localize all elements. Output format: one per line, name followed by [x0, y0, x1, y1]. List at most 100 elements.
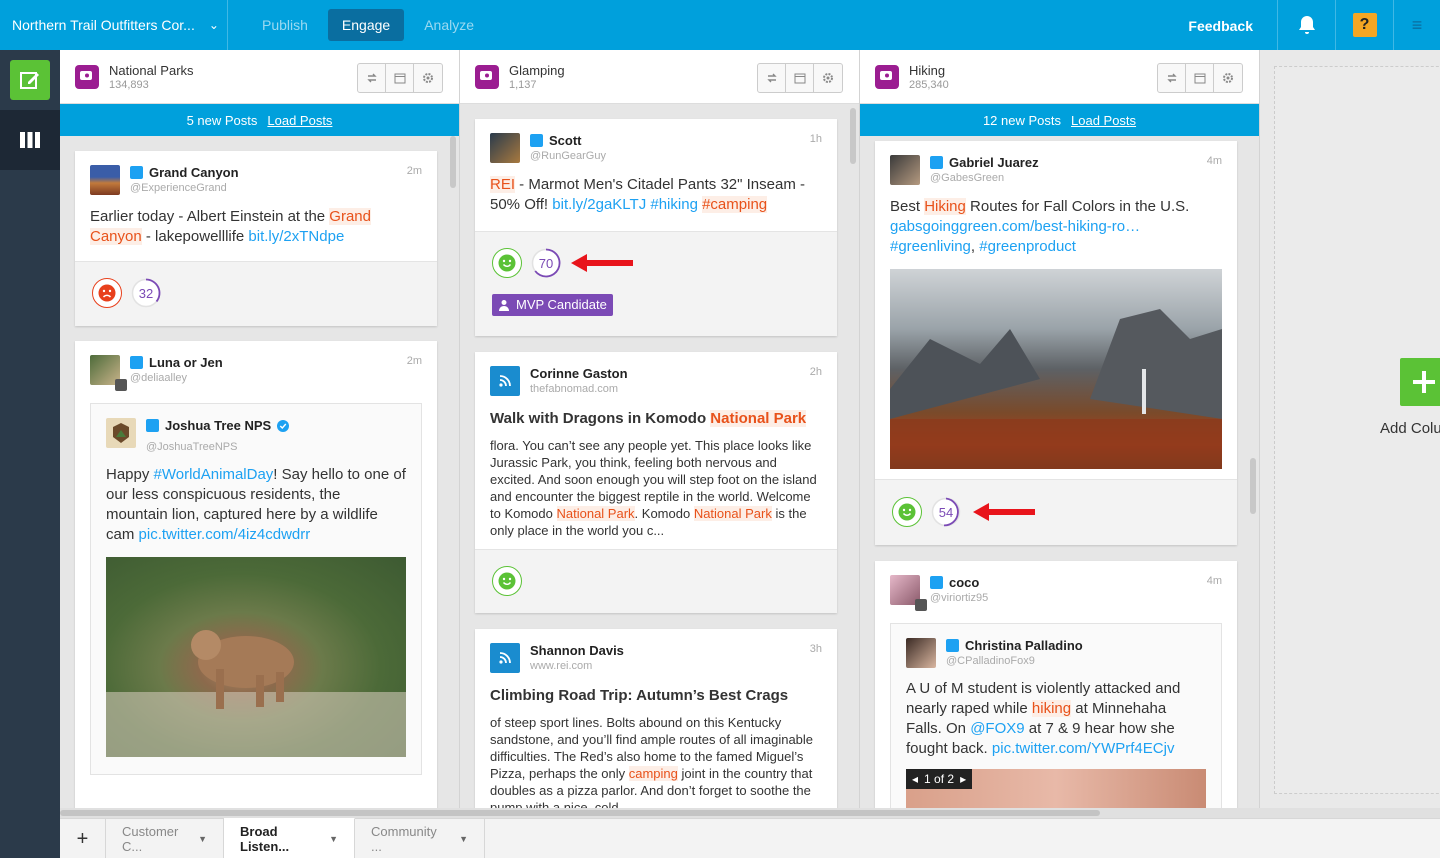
author-name[interactable]: Gabriel Juarez — [949, 155, 1039, 170]
author-handle: @viriortiz95 — [930, 592, 989, 604]
column-scrollbar[interactable] — [1250, 458, 1256, 514]
gear-icon[interactable] — [1214, 64, 1242, 92]
next-icon[interactable]: ▸ — [960, 772, 966, 786]
retweet-icon — [915, 599, 927, 611]
pic-link[interactable]: pic.twitter.com/4iz4cdwdrr — [139, 526, 311, 543]
post-card[interactable]: Luna or Jen @deliaalley 2m Joshua Tree N… — [75, 341, 437, 808]
post-card[interactable]: Grand Canyon @ExperienceGrand 2m Earlier… — [75, 151, 437, 326]
twitter-icon — [130, 166, 143, 179]
scrollbar-thumb[interactable] — [60, 810, 1100, 816]
article-title[interactable]: Walk with Dragons in Komodo National Par… — [490, 410, 822, 427]
horizontal-scrollbar[interactable] — [60, 808, 1440, 818]
notifications-button[interactable] — [1278, 0, 1336, 50]
workspace-tabs: + Customer C... ▼ Broad Listen... ▼ Commun… — [60, 818, 1440, 858]
nav-analyze[interactable]: Analyze — [410, 9, 488, 41]
quote-author-name[interactable]: Joshua Tree NPS — [165, 418, 271, 433]
load-posts-link[interactable]: Load Posts — [1071, 113, 1136, 128]
positive-sentiment-icon[interactable] — [892, 497, 922, 527]
post-time: 4m — [1206, 575, 1222, 587]
org-selector[interactable]: Northern Trail Outfitters Cor... ⌄ — [0, 0, 228, 50]
tab-community[interactable]: Community ... ▼ — [355, 819, 485, 858]
caret-down-icon: ▼ — [459, 834, 468, 844]
column-tools — [357, 63, 443, 93]
new-posts-bar: 12 new Posts Load Posts — [860, 104, 1259, 136]
column-title: National Parks — [109, 62, 194, 78]
columns-view-button[interactable] — [0, 110, 60, 170]
compose-button[interactable] — [0, 50, 60, 110]
post-time: 3h — [809, 643, 822, 655]
author-name[interactable]: coco — [949, 575, 979, 590]
post-card[interactable]: Gabriel Juarez @GabesGreen 4m Best Hikin… — [875, 141, 1237, 545]
mvp-candidate-badge[interactable]: MVP Candidate — [492, 294, 613, 316]
calendar-icon[interactable] — [386, 64, 414, 92]
add-tab-button[interactable]: + — [60, 819, 106, 858]
tab-customer[interactable]: Customer C... ▼ — [106, 819, 224, 858]
column-scrollbar[interactable] — [850, 108, 856, 164]
refresh-icon[interactable] — [358, 64, 386, 92]
author-handle: @ExperienceGrand — [130, 182, 227, 194]
annotation-arrow — [973, 503, 1035, 521]
add-column-label[interactable]: Add Colu — [1380, 420, 1440, 437]
author-handle: www.rei.com — [530, 660, 593, 672]
new-posts-count: 5 new Posts — [186, 112, 258, 128]
post-card[interactable]: coco @viriortiz95 4m Christina Palladino… — [875, 561, 1237, 808]
author-name[interactable]: Luna or Jen — [149, 355, 223, 370]
load-posts-link[interactable]: Load Posts — [267, 113, 332, 128]
add-column-button[interactable] — [1400, 358, 1440, 406]
quote-author-name[interactable]: Christina Palladino — [965, 638, 1083, 653]
quoted-tweet[interactable]: Joshua Tree NPS @JoshuaTreeNPS Happy #Wo… — [90, 403, 422, 775]
feedback-link[interactable]: Feedback — [1164, 0, 1278, 50]
blog-icon — [490, 643, 520, 673]
article-title[interactable]: Climbing Road Trip: Autumn’s Best Crags — [490, 687, 822, 704]
tab-broad-listening[interactable]: Broad Listen... ▼ — [224, 818, 355, 858]
author-name[interactable]: Grand Canyon — [149, 165, 239, 180]
gear-icon[interactable] — [414, 64, 442, 92]
gear-icon[interactable] — [814, 64, 842, 92]
engagement-score[interactable]: 70 — [531, 248, 561, 278]
yosemite-photo[interactable] — [890, 269, 1222, 469]
engagement-score[interactable]: 32 — [131, 278, 161, 308]
author-name[interactable]: Shannon Davis — [530, 643, 822, 658]
twitter-icon — [930, 576, 943, 589]
post-card[interactable]: Shannon Davis www.rei.com 3h Climbing Ro… — [475, 629, 837, 808]
caret-down-icon: ▼ — [198, 834, 207, 844]
pic-link[interactable]: pic.twitter.com/YWPrf4ECjv — [992, 740, 1175, 757]
calendar-icon[interactable] — [1186, 64, 1214, 92]
menu-button[interactable]: ≡ — [1394, 0, 1440, 50]
column-scrollbar[interactable] — [450, 136, 456, 188]
quote-avatar — [906, 638, 936, 668]
post-text: REI - Marmot Men's Citadel Pants 32" Ins… — [490, 176, 805, 213]
listening-icon — [75, 64, 99, 89]
post-link[interactable]: bit.ly/2xTNdpe — [248, 228, 344, 245]
author-name[interactable]: Corinne Gaston — [530, 366, 822, 381]
author-handle: @deliaalley — [130, 372, 188, 384]
engagement-score[interactable]: 54 — [931, 497, 961, 527]
main-nav: Publish Engage Analyze — [248, 9, 488, 41]
column-title: Hiking — [909, 62, 946, 78]
gallery-pager[interactable]: ◂ 1 of 2 ▸ — [906, 769, 973, 789]
author-name[interactable]: Scott — [549, 133, 582, 148]
blog-icon — [490, 366, 520, 396]
quote-author-handle: @CPalladinoFox9 — [946, 655, 1035, 667]
quoted-tweet[interactable]: Christina Palladino @CPalladinoFox9 A U … — [890, 623, 1222, 808]
new-posts-bar: 5 new Posts Load Posts — [60, 104, 459, 136]
column-tools — [757, 63, 843, 93]
post-card[interactable]: Corinne Gaston thefabnomad.com 2h Walk w… — [475, 352, 837, 613]
nav-engage[interactable]: Engage — [327, 9, 405, 41]
refresh-icon[interactable] — [758, 64, 786, 92]
negative-sentiment-icon[interactable] — [92, 278, 122, 308]
gallery-photo[interactable]: ◂ 1 of 2 ▸ — [906, 769, 1206, 808]
positive-sentiment-icon[interactable] — [492, 566, 522, 596]
post-card[interactable]: Scott @RunGearGuy 1h REI - Marmot Men's … — [475, 119, 837, 336]
mountain-lion-photo[interactable] — [106, 557, 406, 757]
top-bar: Northern Trail Outfitters Cor... ⌄ Publi… — [0, 0, 1440, 50]
positive-sentiment-icon[interactable] — [492, 248, 522, 278]
refresh-icon[interactable] — [1158, 64, 1186, 92]
prev-icon[interactable]: ◂ — [912, 772, 918, 786]
nav-publish[interactable]: Publish — [248, 9, 322, 41]
help-button[interactable]: ? — [1336, 0, 1394, 50]
avatar — [890, 155, 920, 185]
calendar-icon[interactable] — [786, 64, 814, 92]
left-rail — [0, 50, 60, 858]
column-header: Glamping 1,137 — [460, 50, 859, 104]
